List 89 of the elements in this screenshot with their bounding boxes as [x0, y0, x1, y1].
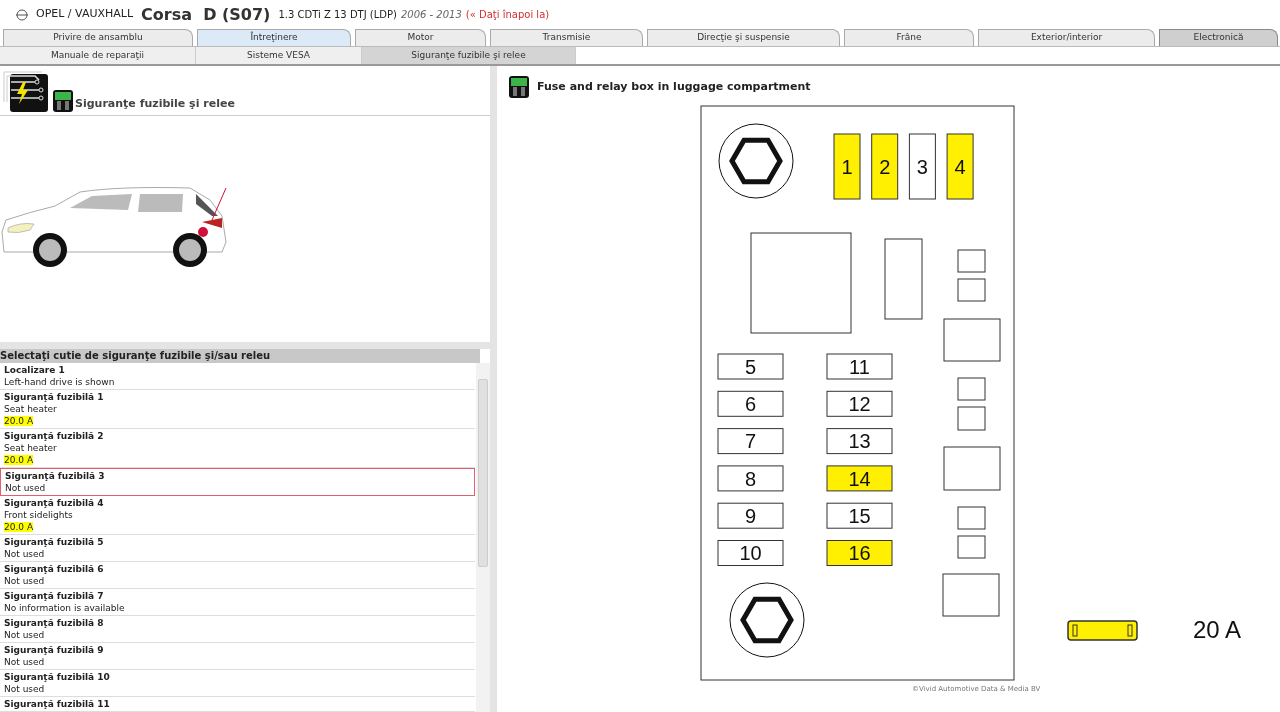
fuse-list-item[interactable]: Siguranţă fuzibilă 7 No information is available: [0, 589, 476, 616]
item-description: Seat heater: [4, 403, 58, 415]
item-description: Not used: [4, 656, 46, 668]
item-title: Siguranţă fuzibilă 5: [4, 536, 105, 548]
back-link[interactable]: (« Daţi înapoi la): [465, 7, 550, 22]
item-description: Not used: [4, 575, 46, 587]
fuse[interactable]: 3: [908, 133, 936, 200]
item-title: Siguranţă fuzibilă 7: [4, 590, 105, 602]
item-title: Siguranţă fuzibilă 10: [4, 671, 111, 683]
main-tab[interactable]: Frâne: [844, 29, 974, 46]
fuse[interactable]: 8: [717, 465, 784, 492]
item-title: Siguranţă fuzibilă 6: [4, 563, 105, 575]
main-tab[interactable]: Întreţinere: [197, 29, 351, 46]
relay-socket: [943, 318, 1001, 362]
engine-code: 1.3 CDTi Z 13 DTJ (LDP): [278, 8, 397, 22]
relay-socket: [957, 506, 986, 530]
list-header: Selectaţi cutie de siguranţe fuzibile şi/sau releu: [0, 349, 480, 363]
item-description: Not used: [4, 683, 46, 695]
fuse-rating: 20.0 A: [4, 522, 34, 532]
item-title: Siguranţă fuzibilă 4: [4, 497, 105, 509]
item-description: No information is available: [4, 602, 126, 614]
fuse[interactable]: 13: [826, 428, 893, 455]
fuse[interactable]: 4: [946, 133, 974, 200]
relay-socket: [957, 535, 986, 559]
fuse-list-item[interactable]: Siguranţă fuzibilă 8 Not used: [0, 616, 476, 643]
fuse[interactable]: 11: [826, 353, 893, 380]
wiring-icon: [3, 70, 48, 112]
fuse[interactable]: 6: [717, 390, 784, 417]
fuse-icon: [53, 90, 73, 112]
vehicle-make: OPEL / VAUXHALL: [36, 6, 134, 23]
fuse[interactable]: 12: [826, 390, 893, 417]
fuse[interactable]: 16: [826, 540, 893, 566]
fuse[interactable]: 5: [717, 353, 784, 380]
fuse-list-item[interactable]: Siguranţă fuzibilă 2 Seat heater 20.0 A: [0, 429, 476, 468]
fuse-list-item[interactable]: Siguranţă fuzibilă 6 Not used: [0, 562, 476, 589]
fuse-list-item[interactable]: Siguranţă fuzibilă 9 Not used: [0, 643, 476, 670]
sub-tab[interactable]: Manuale de reparaţii: [0, 47, 196, 64]
fuse-rating: 20.0 A: [4, 455, 34, 465]
item-title: Localizare 1: [4, 364, 66, 376]
fuse-legend-icon: [1067, 620, 1138, 641]
fuse[interactable]: 15: [826, 502, 893, 529]
fuse-rating: 20.0 A: [4, 416, 34, 426]
diagram-title: Fuse and relay box in luggage compartment: [537, 78, 811, 95]
fuse[interactable]: 10: [717, 540, 784, 566]
item-description: Not used: [4, 548, 46, 560]
sub-tab[interactable]: Sisteme VESA: [196, 47, 362, 64]
relay-socket: [942, 573, 1000, 617]
fuse-list-item[interactable]: Siguranţă fuzibilă 5 Not used: [0, 535, 476, 562]
panel-title: Siguranţe fuzibile şi relee: [75, 95, 235, 112]
fuse-list-item[interactable]: Siguranţă fuzibilă 10 Not used: [0, 670, 476, 697]
item-title: Siguranţă fuzibilă 1: [4, 391, 105, 403]
fuse[interactable]: 1: [833, 133, 861, 200]
item-description: Not used: [5, 482, 47, 494]
relay-socket: [957, 406, 986, 431]
fuse-list-item[interactable]: Siguranţă fuzibilă 11: [0, 697, 476, 712]
item-description: Seat heater: [4, 442, 58, 454]
sub-tab[interactable]: Siguranţe fuzibile şi relee: [362, 47, 576, 64]
fuse[interactable]: 14: [826, 465, 893, 492]
item-description: Left-hand drive is shown: [4, 376, 116, 388]
item-title: Siguranţă fuzibilă 2: [4, 430, 105, 442]
item-title: Siguranţă fuzibilă 9: [4, 644, 105, 656]
fuse-list-item[interactable]: Siguranţă fuzibilă 3 Not used: [0, 468, 476, 496]
item-title: Siguranţă fuzibilă 3: [5, 470, 106, 482]
main-tab[interactable]: Transmisie: [490, 29, 643, 46]
main-tab[interactable]: Motor: [355, 29, 486, 46]
relay-socket: [957, 249, 986, 273]
main-tab[interactable]: Exterior/interior: [978, 29, 1155, 46]
item-description: Front sidelights: [4, 509, 74, 521]
relay-socket: [957, 278, 986, 302]
fuse-icon: [509, 76, 529, 98]
main-tab[interactable]: Direcţie şi suspensie: [647, 29, 840, 46]
logo-icon: [16, 8, 28, 21]
relay-socket: [943, 446, 1001, 491]
main-tab[interactable]: Electronică: [1159, 29, 1278, 46]
fuse-list-item[interactable]: Siguranţă fuzibilă 4 Front sidelights 20.0 A: [0, 496, 476, 535]
fuse[interactable]: 7: [717, 428, 784, 455]
relay-socket: [957, 377, 986, 401]
fuse-list-item[interactable]: Siguranţă fuzibilă 1 Seat heater 20.0 A: [0, 390, 476, 429]
fuse[interactable]: 9: [717, 502, 784, 529]
item-title: Siguranţă fuzibilă 8: [4, 617, 105, 629]
fuse-list-item[interactable]: Localizare 1 Left-hand drive is shown: [0, 363, 476, 390]
scrollbar[interactable]: [476, 363, 490, 712]
fuse[interactable]: 2: [871, 133, 899, 200]
year-range: 2006 - 2013: [400, 8, 462, 22]
main-tab[interactable]: Privire de ansamblu: [3, 29, 193, 46]
vehicle-model: Corsa D (S07): [141, 3, 271, 26]
item-title: Siguranţă fuzibilă 11: [4, 698, 111, 710]
item-description: Not used: [4, 629, 46, 641]
legend-rating: 20 A: [1193, 615, 1242, 645]
